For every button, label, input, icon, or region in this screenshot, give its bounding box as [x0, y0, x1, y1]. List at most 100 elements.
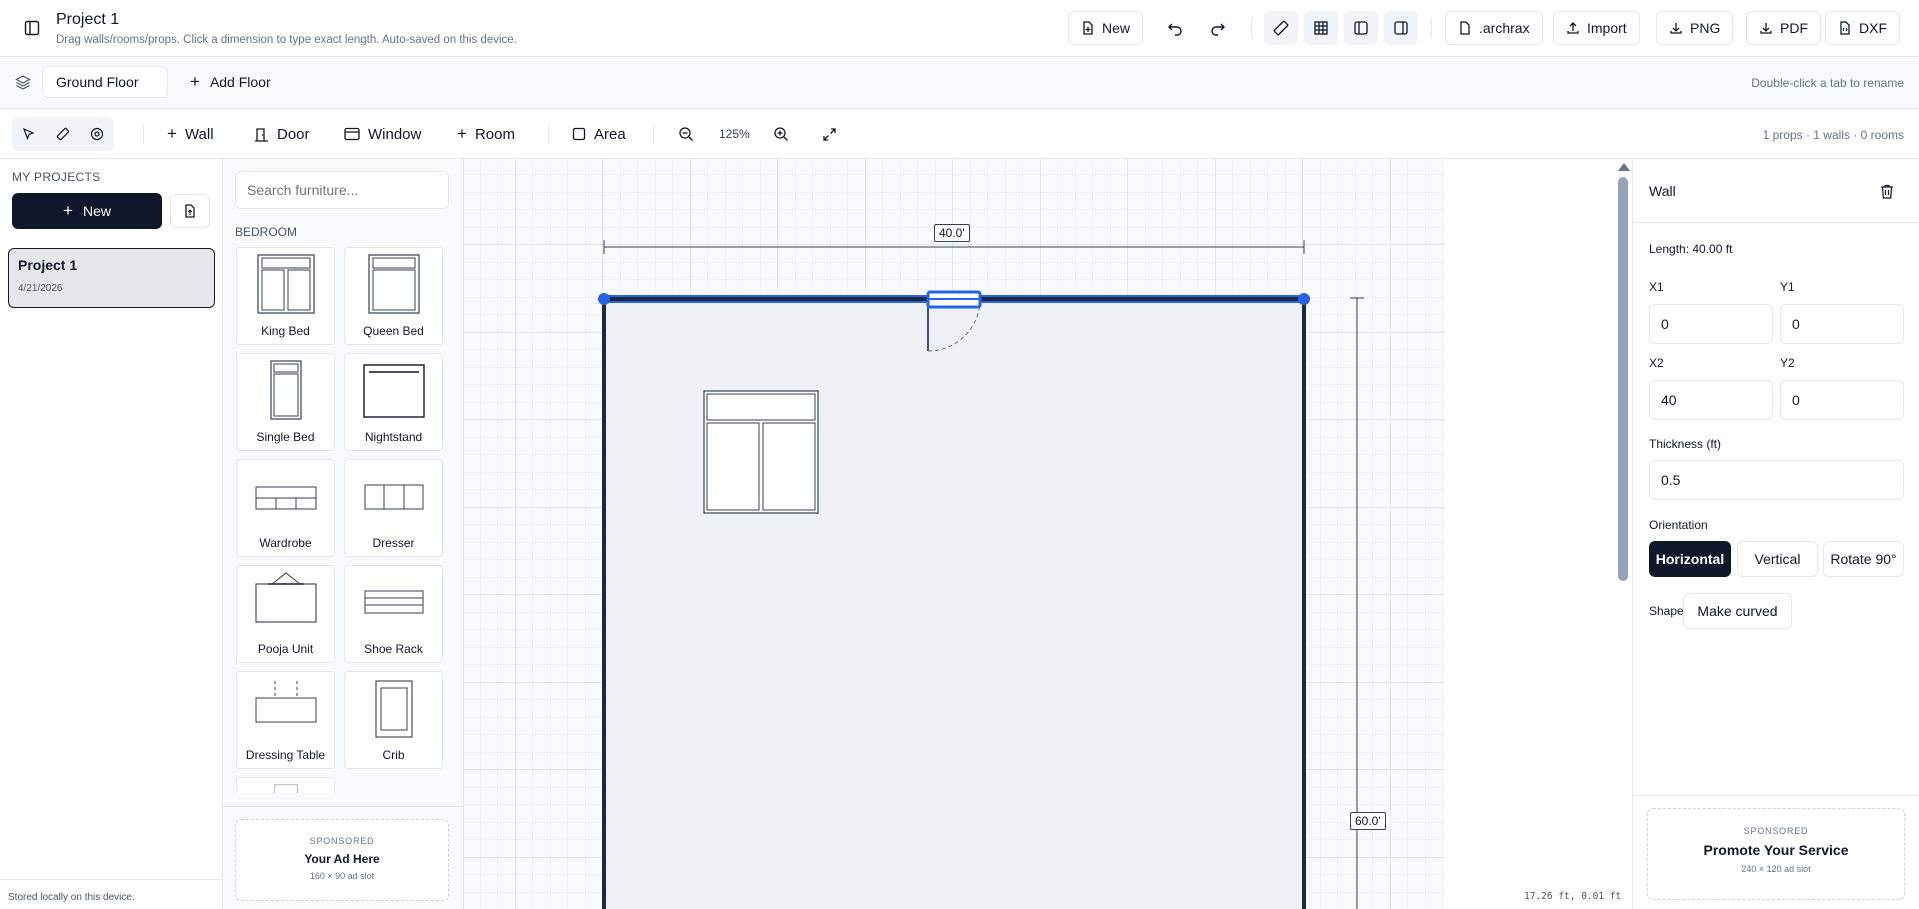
dresser-icon	[364, 484, 423, 510]
ad-size: 160 × 90 ad slot	[309, 871, 375, 881]
export-archrax-button[interactable]: .archrax	[1445, 11, 1543, 45]
furniture-wardrobe[interactable]: Wardrobe	[236, 459, 335, 557]
zoom-out-button[interactable]	[669, 117, 703, 151]
door-label: Door	[277, 125, 310, 143]
area-tool-button[interactable]: Area	[562, 117, 636, 151]
horizontal-label: Horizontal	[1655, 551, 1725, 567]
furniture-queen-bed[interactable]: Queen Bed	[344, 247, 443, 345]
tab-ground-floor[interactable]: Ground Floor	[42, 66, 168, 98]
mode-group	[12, 117, 114, 151]
target-icon	[90, 127, 104, 141]
panel-right-icon	[1394, 21, 1408, 35]
zoom-in-button[interactable]	[764, 117, 798, 151]
horizontal-button[interactable]: Horizontal	[1649, 541, 1731, 577]
grid-icon	[1314, 21, 1328, 35]
x1-value: 0	[1661, 316, 1669, 332]
furniture-pooja-unit[interactable]: Pooja Unit	[236, 565, 335, 663]
fit-view-button[interactable]	[812, 117, 846, 151]
left-panel-toggle-button[interactable]	[1344, 11, 1378, 45]
add-floor-button[interactable]: + Add Floor	[190, 66, 271, 98]
ad-tag: SPONSORED	[309, 836, 375, 846]
wall-tool-button[interactable]: + Wall	[157, 117, 224, 151]
zoom-level: 125%	[719, 127, 750, 141]
floor-plan-canvas[interactable]: 40.0' 60.0' 17.26 ft, 0.01 ft	[464, 159, 1632, 909]
cursor-icon	[22, 127, 35, 141]
right-panel-toggle-button[interactable]	[1384, 11, 1418, 45]
plus-icon: +	[167, 124, 177, 143]
export-png-button[interactable]: PNG	[1656, 11, 1734, 45]
room-tool-button[interactable]: + Room	[447, 117, 525, 151]
ruler-icon	[56, 127, 70, 141]
furniture-king-bed[interactable]: King Bed	[236, 247, 335, 345]
wall-endpoint-start	[598, 293, 610, 305]
furniture-nightstand[interactable]: Nightstand	[344, 353, 443, 451]
door-tool-button[interactable]: Door	[244, 117, 320, 151]
vertical-scrollbar[interactable]	[1618, 163, 1630, 909]
furniture-single-bed[interactable]: Single Bed	[236, 353, 335, 451]
scene-stats: 1 props · 1 walls · 0 rooms	[1762, 128, 1904, 142]
rotate-90-button[interactable]: Rotate 90°	[1823, 541, 1904, 577]
furniture-label: King Bed	[261, 324, 310, 338]
import-project-button[interactable]	[170, 194, 210, 228]
undo-button[interactable]	[1158, 11, 1192, 45]
new-project-button[interactable]: New	[1068, 11, 1144, 45]
measure-toggle-button[interactable]	[1264, 11, 1298, 45]
furniture-search-input[interactable]	[235, 171, 449, 209]
layers-icon	[15, 74, 31, 90]
door-icon	[255, 127, 268, 142]
projects-sidebar: MY PROJECTS + New Project 1 4/21/2026 St…	[0, 159, 223, 909]
y2-field[interactable]: 0	[1780, 380, 1904, 420]
furniture-dresser[interactable]: Dresser	[344, 459, 443, 557]
download-icon	[1670, 23, 1682, 34]
grid-toggle-button[interactable]	[1304, 11, 1338, 45]
shoe-rack-icon	[364, 590, 423, 614]
project-subtitle: Drag walls/rooms/props. Click a dimensio…	[56, 34, 517, 46]
thickness-field[interactable]: 0.5	[1649, 460, 1904, 500]
y1-field[interactable]: 0	[1780, 304, 1904, 344]
furniture-shoe-rack[interactable]: Shoe Rack	[344, 565, 443, 663]
vertical-button[interactable]: Vertical	[1737, 541, 1818, 577]
furniture-label: Nightstand	[364, 430, 423, 444]
pan-tool-button[interactable]	[80, 117, 114, 151]
window-tool-button[interactable]: Window	[334, 117, 431, 151]
select-tool-button[interactable]	[12, 117, 46, 151]
ad-size: 240 × 120 ad slot	[1741, 864, 1811, 874]
wall-length: Length: 40.00 ft	[1649, 242, 1733, 256]
plan-drawing	[464, 159, 1632, 909]
furniture-label: Shoe Rack	[364, 642, 423, 656]
dxf-label: DXF	[1859, 20, 1887, 36]
furniture-dressing-table[interactable]: Dressing Table	[236, 671, 335, 769]
wardrobe-icon	[255, 486, 316, 510]
trash-icon	[1881, 184, 1893, 199]
panel-left-icon	[24, 20, 40, 36]
png-label: PNG	[1690, 20, 1721, 36]
import-button[interactable]: Import	[1553, 11, 1640, 45]
scrollbar-thumb[interactable]	[1618, 177, 1628, 581]
zoom-out-icon	[679, 127, 693, 141]
measure-tool-button[interactable]	[46, 117, 80, 151]
window-label: Window	[368, 125, 422, 143]
y1-label: Y1	[1780, 280, 1795, 294]
export-dxf-button[interactable]: DXF	[1825, 11, 1900, 45]
app-header: Project 1 Drag walls/rooms/props. Click …	[0, 0, 1919, 57]
height-dimension-label[interactable]: 60.0'	[1350, 812, 1386, 830]
toggle-sidebar-button[interactable]	[15, 11, 49, 45]
x1-field[interactable]: 0	[1649, 304, 1773, 344]
redo-button[interactable]	[1201, 11, 1235, 45]
furniture-crib[interactable]: Crib	[344, 671, 443, 769]
export-pdf-button[interactable]: PDF	[1746, 11, 1821, 45]
x2-field[interactable]: 40	[1649, 380, 1773, 420]
delete-wall-button[interactable]	[1870, 174, 1904, 208]
file-plus-icon	[1083, 21, 1093, 35]
width-dimension-label[interactable]: 40.0'	[934, 224, 970, 242]
project-list-item[interactable]: Project 1 4/21/2026	[8, 248, 215, 308]
scroll-up-arrow-icon[interactable]	[1618, 163, 1630, 171]
make-curved-button[interactable]: Make curved	[1683, 593, 1792, 629]
ad-slot-right[interactable]: SPONSORED Promote Your Service 240 × 120…	[1647, 808, 1905, 900]
new-project-sidebar-button[interactable]: + New	[12, 193, 162, 229]
ad-slot-left[interactable]: SPONSORED Your Ad Here 160 × 90 ad slot	[235, 819, 449, 901]
furniture-more[interactable]	[236, 777, 335, 793]
furniture-label: Single Bed	[256, 430, 315, 444]
orientation-label: Orientation	[1649, 518, 1708, 532]
window-icon	[344, 127, 360, 141]
